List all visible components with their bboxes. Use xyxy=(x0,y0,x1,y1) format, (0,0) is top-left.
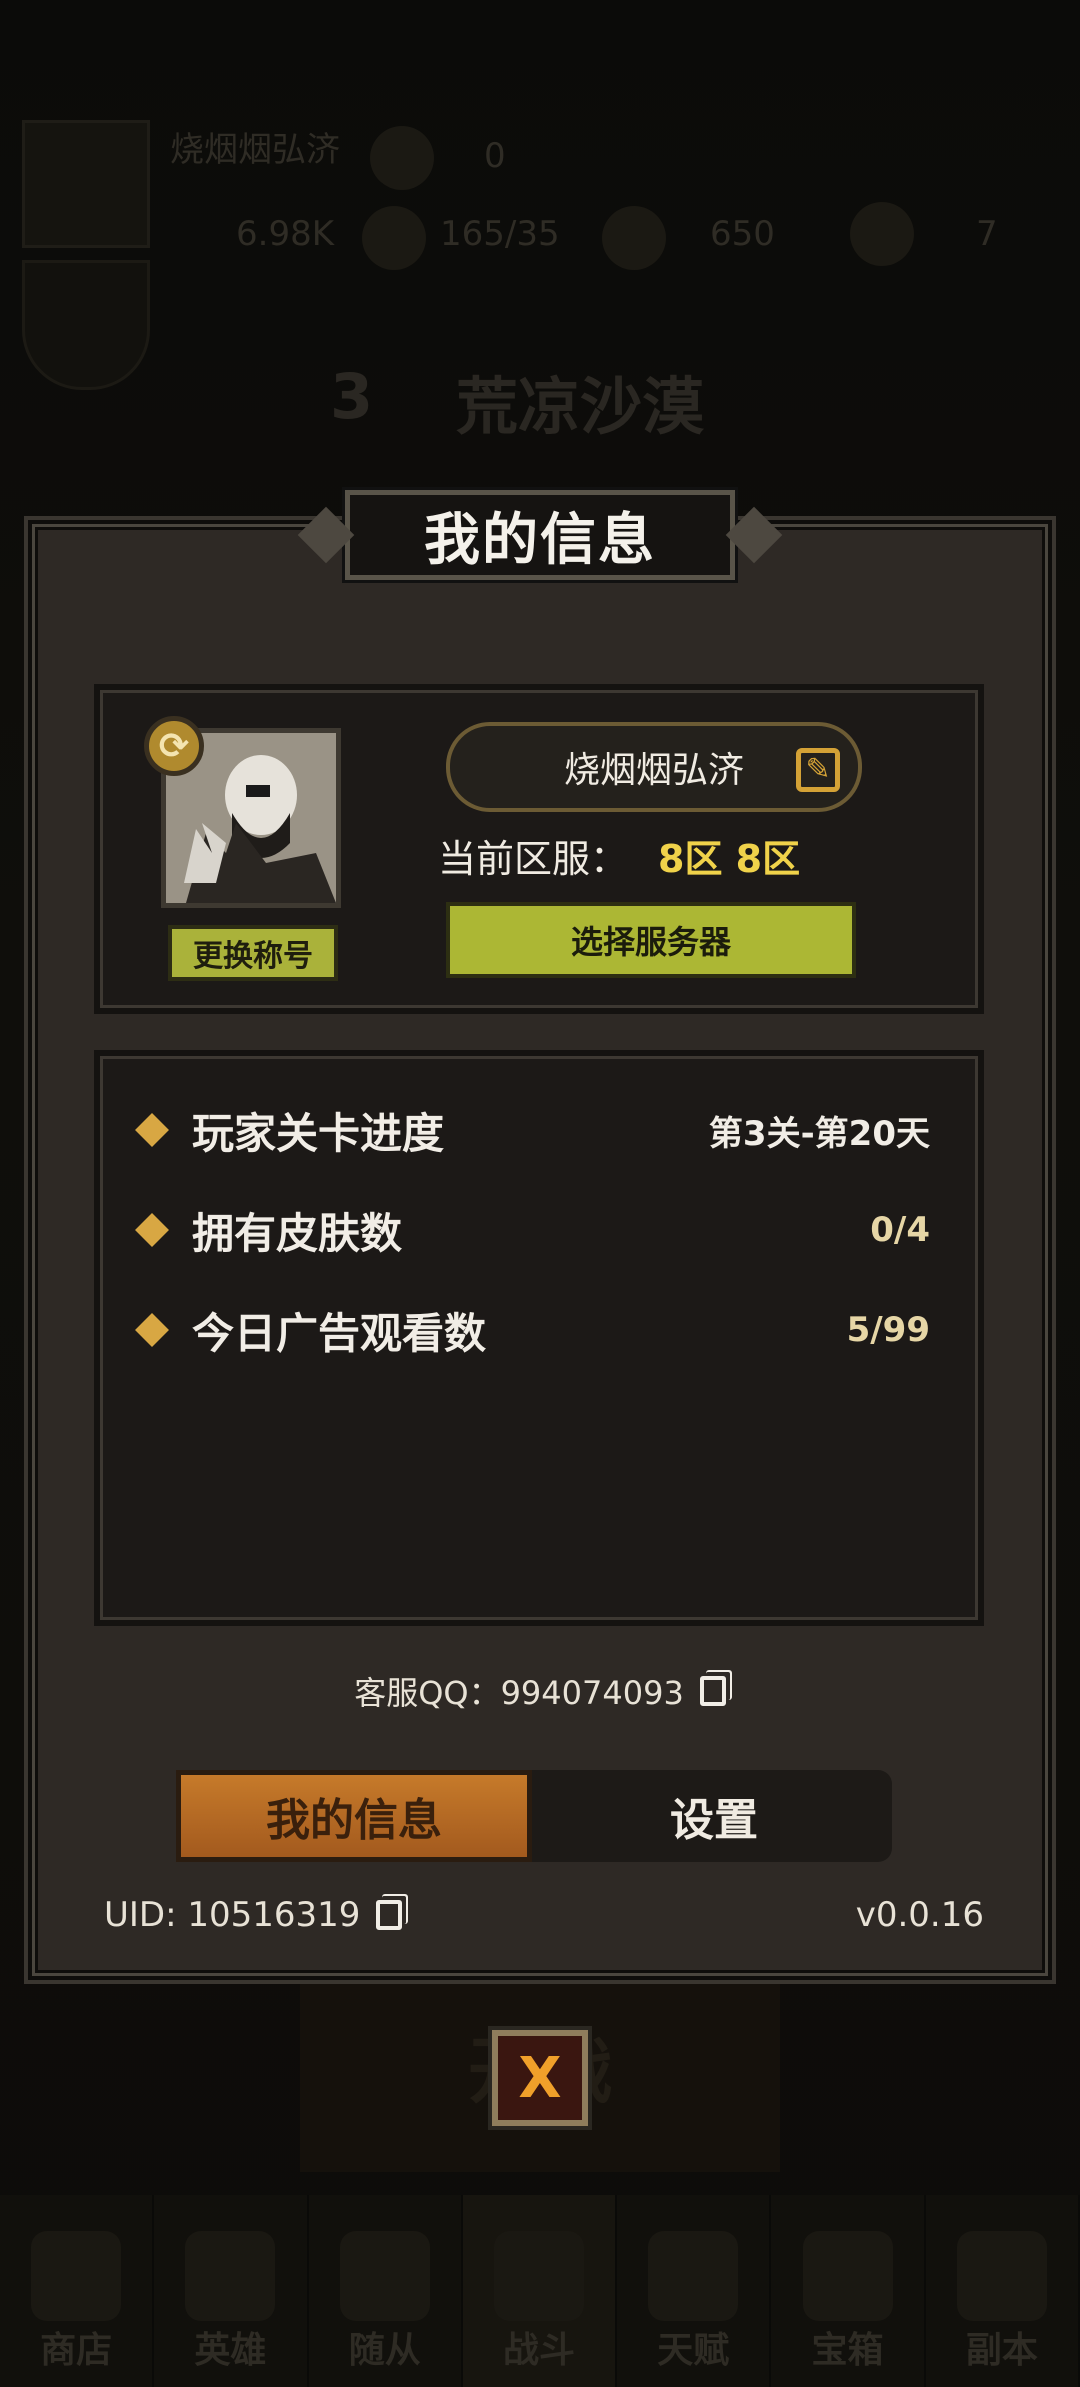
select-server-button[interactable]: 选择服务器 xyxy=(446,902,856,978)
nav-item-heroes: 英雄 xyxy=(154,2195,309,2387)
nav-label: 天赋 xyxy=(657,2330,730,2371)
server-label: 当前区服： xyxy=(438,836,629,881)
stat-value: 0/4 xyxy=(870,1210,930,1250)
nav-label: 副本 xyxy=(965,2330,1038,2371)
stat-row-ads-watched: 今日广告观看数 5/99 xyxy=(135,1300,930,1360)
hud-power-icon xyxy=(370,126,434,190)
nav-item-dungeon: 副本 xyxy=(925,2195,1080,2387)
tab-my-info[interactable]: 我的信息 xyxy=(176,1770,532,1862)
nav-label: 随从 xyxy=(348,2330,421,2371)
qq-text: 客服QQ：994074093 xyxy=(354,1674,684,1712)
change-title-button[interactable]: 更换称号 xyxy=(168,925,338,981)
stat-label: 拥有皮肤数 xyxy=(192,1208,403,1258)
stat-label: 玩家关卡进度 xyxy=(192,1108,445,1158)
hud-emblem xyxy=(22,260,150,390)
battle-icon xyxy=(493,2231,584,2321)
player-name: 烧烟烟弘济 xyxy=(563,750,744,791)
nav-item-followers: 随从 xyxy=(308,2195,463,2387)
tab-settings[interactable]: 设置 xyxy=(536,1770,892,1862)
hud-player-name: 烧烟烟弘济 xyxy=(170,130,340,170)
refresh-avatar-icon[interactable]: ⟳ xyxy=(144,716,204,776)
copy-qq-icon[interactable] xyxy=(699,1676,726,1706)
hud-energy-icon xyxy=(362,206,426,270)
close-button[interactable]: X xyxy=(488,2026,592,2130)
hud-stat-2: 6.98K xyxy=(236,214,334,254)
dungeon-icon xyxy=(956,2231,1047,2321)
stat-row-skins: 拥有皮肤数 0/4 xyxy=(135,1200,930,1260)
hud-stat-3: 165/35 xyxy=(440,214,560,254)
stat-label: 今日广告观看数 xyxy=(192,1308,487,1358)
nav-label: 商店 xyxy=(40,2330,113,2371)
hud-stat-1: 0 xyxy=(484,136,506,176)
hud-coin-icon xyxy=(850,202,914,266)
stat-value: 5/99 xyxy=(846,1310,930,1350)
player-name-field[interactable]: 烧烟烟弘济 ✎ xyxy=(446,722,862,812)
version-text: v0.0.16 xyxy=(855,1895,984,1935)
uid-row: UID: 10516319 xyxy=(104,1890,403,1940)
nav-item-chest: 宝箱 xyxy=(771,2195,926,2387)
stat-value: 第3关-第20天 xyxy=(708,1113,930,1154)
diamond-bullet-icon xyxy=(135,1213,169,1247)
edit-name-icon[interactable]: ✎ xyxy=(796,748,840,792)
nav-label: 英雄 xyxy=(194,2330,267,2371)
dialog-title-plate: 我的信息 xyxy=(345,490,735,580)
hud-stat-4: 650 xyxy=(710,214,775,254)
customer-service-qq: 客服QQ：994074093 xyxy=(0,1666,1080,1716)
server-row: 当前区服： 8区 8区 xyxy=(438,830,801,881)
shop-icon xyxy=(31,2231,122,2321)
hud-avatar xyxy=(22,120,150,248)
diamond-bullet-icon xyxy=(135,1113,169,1147)
follower-icon xyxy=(339,2231,430,2321)
hud-chapter-number: 3 xyxy=(330,360,374,433)
bottom-nav: 商店 英雄 随从 战斗 天赋 宝箱 副本 xyxy=(0,2195,1080,2387)
hud-stat-5: 7 xyxy=(976,214,998,254)
copy-uid-icon[interactable] xyxy=(376,1900,403,1930)
stat-row-level-progress: 玩家关卡进度 第3关-第20天 xyxy=(135,1100,930,1160)
hud-gem-icon xyxy=(602,206,666,270)
hero-icon xyxy=(185,2231,276,2321)
nav-item-talent: 天赋 xyxy=(617,2195,772,2387)
nav-item-battle: 战斗 xyxy=(462,2195,618,2387)
nav-item-shop: 商店 xyxy=(0,2195,155,2387)
talent-icon xyxy=(648,2231,739,2321)
server-value: 8区 8区 xyxy=(658,836,801,881)
dialog-title: 我的信息 xyxy=(424,507,656,573)
hud-chapter-name: 荒凉沙漠 xyxy=(456,370,705,443)
nav-label: 宝箱 xyxy=(811,2330,884,2371)
uid-text: UID: 10516319 xyxy=(104,1895,361,1935)
diamond-bullet-icon xyxy=(135,1313,169,1347)
chest-icon xyxy=(802,2231,893,2321)
nav-label: 战斗 xyxy=(502,2330,575,2371)
dialog-tabs: 我的信息 设置 xyxy=(176,1770,892,1862)
